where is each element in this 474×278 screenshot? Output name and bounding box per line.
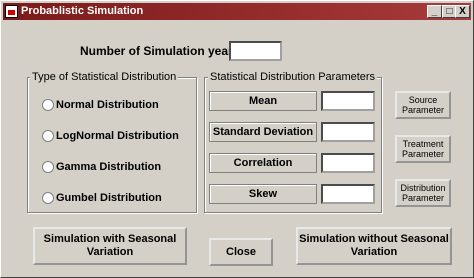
treatment-parameter-line2: Parameter [401, 149, 445, 159]
simulation-with-seasonal-button[interactable]: Simulation with Seasonal Variation [33, 227, 187, 265]
seasonal-line2: Variation [86, 246, 134, 258]
correlation-label: Correlation [209, 153, 317, 173]
source-parameter-button[interactable]: Source Parameter [395, 91, 451, 119]
distribution-parameter-line2: Parameter [401, 193, 445, 203]
distribution-type-title: Type of Statistical Distribution [30, 71, 179, 83]
skew-input[interactable] [321, 184, 375, 204]
normal-radio[interactable] [42, 99, 54, 111]
title-bar: Probablistic Simulation _ □ X [3, 3, 471, 20]
no-seasonal-line1: Simulation without Seasonal [299, 233, 449, 245]
gumbel-radio[interactable] [42, 192, 54, 204]
lognormal-radio[interactable] [42, 130, 54, 142]
correlation-input[interactable] [321, 153, 375, 173]
distribution-parameter-button[interactable]: Distribution Parameter [395, 179, 451, 207]
skew-label: Skew [209, 184, 317, 204]
simulation-window: Probablistic Simulation _ □ X Number of … [0, 0, 474, 278]
simulation-years-input[interactable] [229, 41, 282, 61]
seasonal-line1: Simulation with Seasonal [43, 233, 177, 245]
std-deviation-label: Standard Deviation [209, 122, 317, 142]
simulation-years-label: Number of Simulation years [80, 44, 240, 58]
normal-label[interactable]: Normal Distribution [56, 99, 159, 111]
distribution-parameter-line1: Distribution [400, 183, 446, 193]
std-deviation-input[interactable] [321, 122, 375, 142]
app-icon [5, 5, 18, 18]
close-button[interactable]: Close [209, 238, 273, 266]
source-parameter-line1: Source [408, 95, 438, 105]
treatment-parameter-line1: Treatment [402, 139, 444, 149]
window-title: Probablistic Simulation [21, 5, 144, 17]
source-parameter-line2: Parameter [401, 105, 445, 115]
gamma-label[interactable]: Gamma Distribution [56, 161, 161, 173]
no-seasonal-line2: Variation [350, 246, 398, 258]
lognormal-label[interactable]: LogNormal Distribution [56, 130, 179, 142]
mean-label: Mean [209, 91, 317, 111]
minimize-button[interactable]: _ [427, 5, 442, 18]
treatment-parameter-button[interactable]: Treatment Parameter [395, 135, 451, 163]
gumbel-label[interactable]: Gumbel Distribution [56, 192, 162, 204]
close-window-button[interactable]: X [455, 5, 470, 18]
gamma-radio[interactable] [42, 161, 54, 173]
mean-input[interactable] [321, 91, 375, 111]
simulation-without-seasonal-button[interactable]: Simulation without Seasonal Variation [296, 227, 452, 265]
parameters-title: Statistical Distribution Parameters [208, 71, 378, 83]
